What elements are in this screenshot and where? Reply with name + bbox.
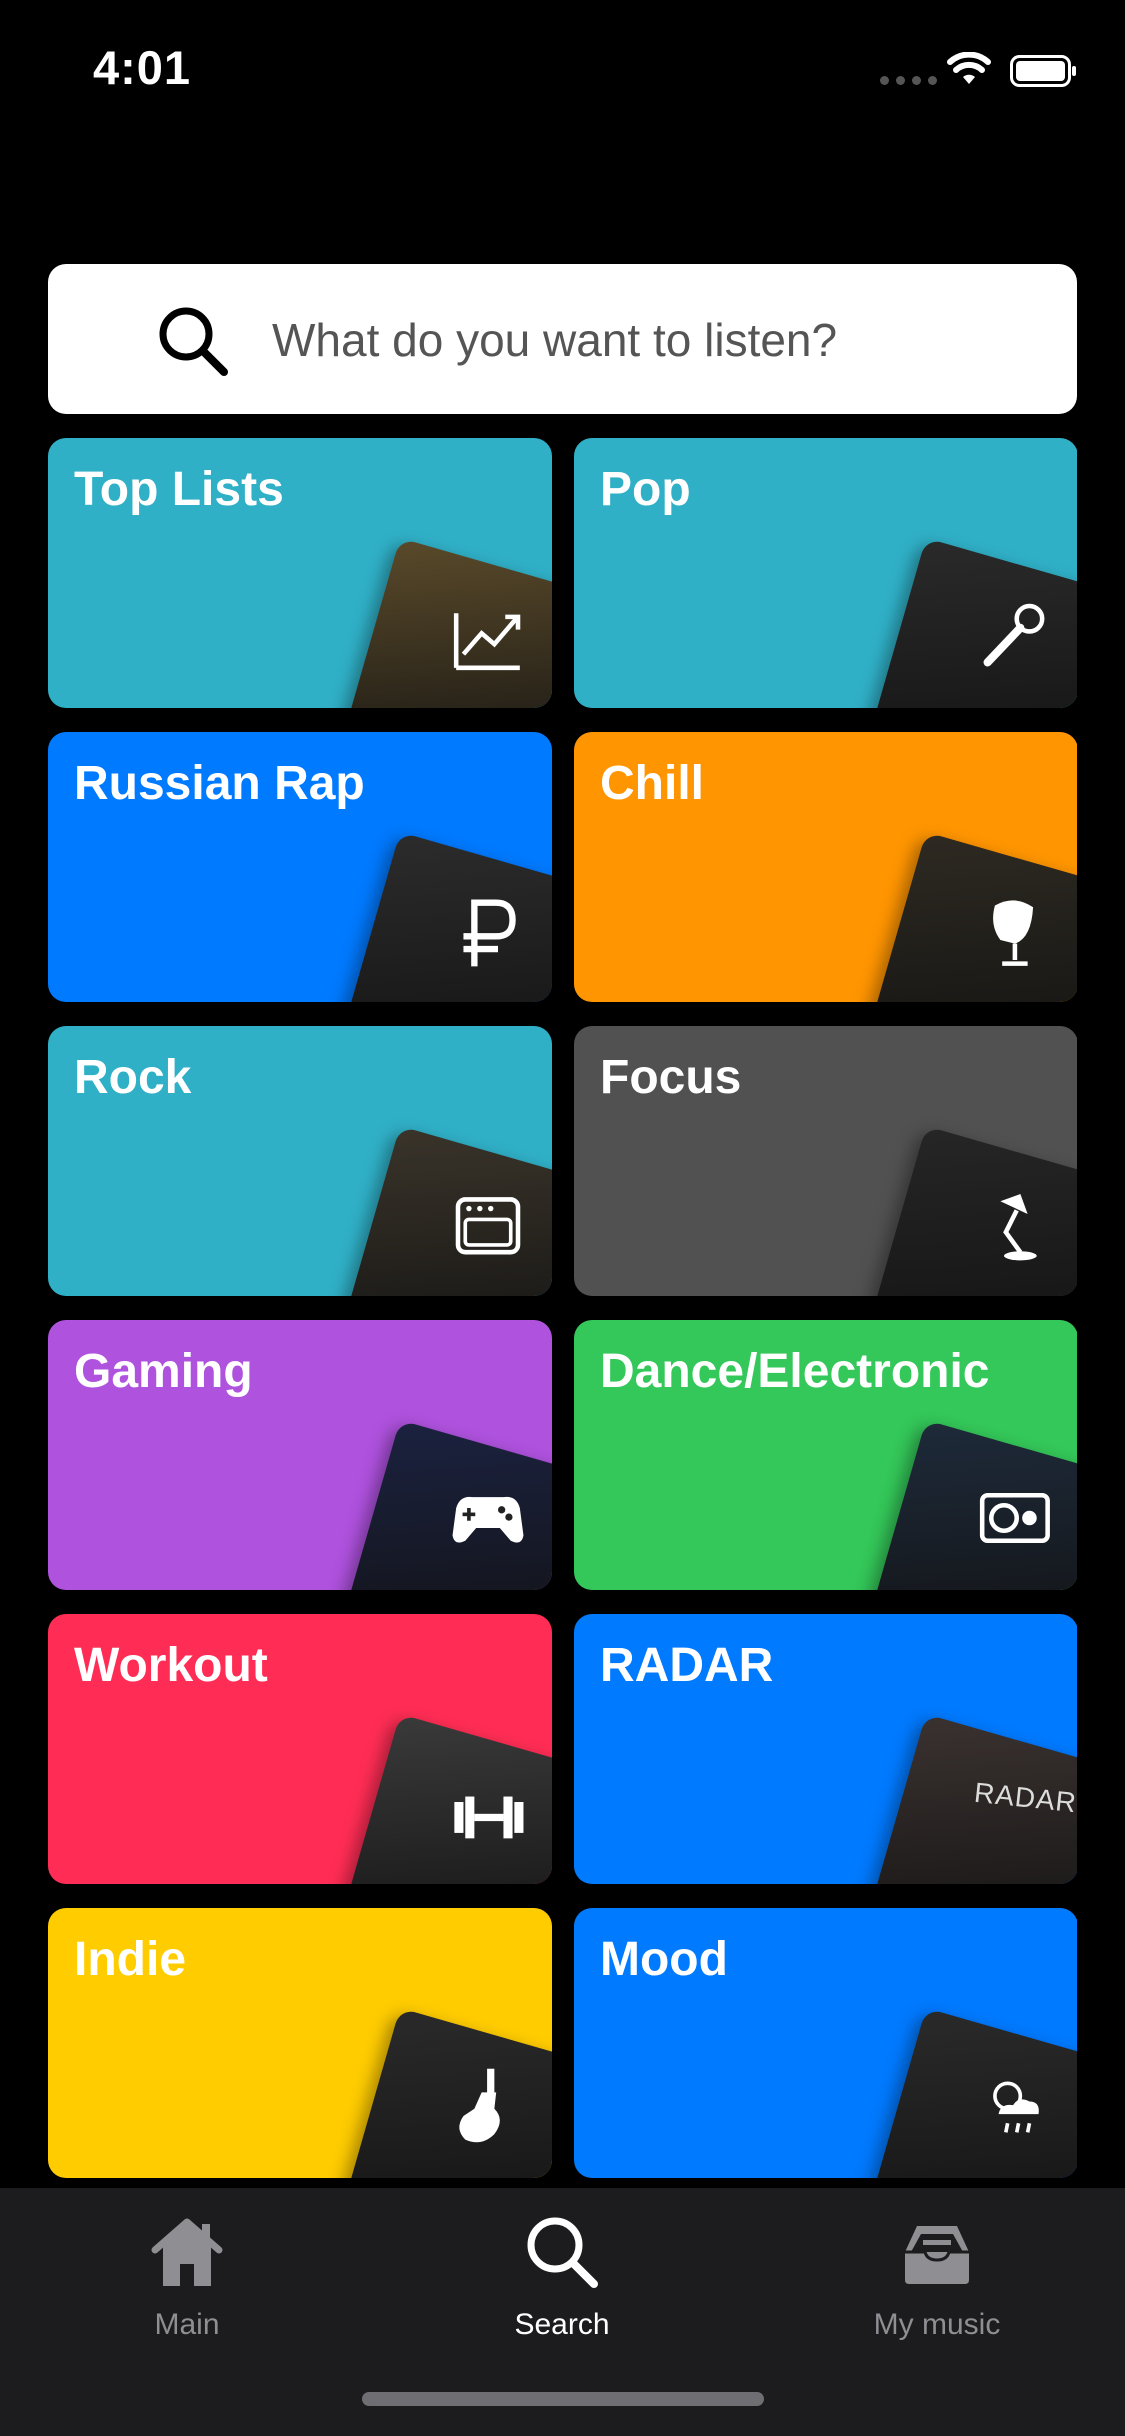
guitar-icon <box>459 2068 500 2143</box>
search-icon <box>159 307 228 376</box>
tab-my-music[interactable]: My music <box>787 2202 1087 2352</box>
status-time: 4:01 <box>93 41 192 94</box>
category-tile-mood[interactable]: Mood <box>574 1908 1077 2178</box>
category-tile-rock[interactable]: Rock <box>48 1026 552 1296</box>
category-label: Pop <box>600 463 691 516</box>
amplifier-icon <box>455 1197 521 1255</box>
category-label: Russian Rap <box>74 757 365 810</box>
category-tile-pop[interactable]: Pop <box>574 438 1077 708</box>
signal-icon <box>880 76 937 85</box>
wifi-icon <box>947 52 991 84</box>
battery-icon <box>1010 55 1076 87</box>
category-tile-top-lists[interactable]: Top Lists <box>48 438 552 708</box>
category-tile-chill[interactable]: Chill <box>574 732 1077 1002</box>
category-grid: Top Lists Pop Russian Rap Chill Rock Focus Gam… <box>48 438 1077 2188</box>
category-label: Chill <box>600 757 704 810</box>
category-label: Dance/Electronic <box>600 1345 990 1398</box>
chart-icon <box>453 613 521 671</box>
turntable-icon <box>979 1493 1050 1543</box>
tab-main[interactable]: Main <box>37 2202 337 2352</box>
egg-chair-icon <box>993 900 1034 966</box>
category-tile-indie[interactable]: Indie <box>48 1908 552 2178</box>
category-tile-radar[interactable]: RADAR RADAR <box>574 1614 1077 1884</box>
library-icon <box>905 2226 969 2284</box>
category-label: RADAR <box>600 1639 774 1692</box>
category-tile-russian-rap[interactable]: Russian Rap <box>48 732 552 1002</box>
desk-lamp-icon <box>1000 1194 1037 1261</box>
category-tile-dance-electronic[interactable]: Dance/Electronic <box>574 1320 1077 1590</box>
tab-main-label: Main <box>154 2308 220 2341</box>
category-label: Mood <box>600 1933 728 1986</box>
search-bar[interactable] <box>48 264 1077 416</box>
weather-icon <box>993 2081 1039 2133</box>
status-bar: 4:01 <box>0 0 1125 140</box>
tab-search[interactable]: Search <box>412 2202 712 2352</box>
category-label: Workout <box>74 1639 268 1692</box>
category-label: Indie <box>74 1933 187 1986</box>
category-label: Top Lists <box>74 463 284 516</box>
tab-my-music-label: My music <box>873 2308 1001 2341</box>
home-icon <box>151 2218 223 2286</box>
tab-search-label: Search <box>514 2308 610 2341</box>
category-tile-gaming[interactable]: Gaming <box>48 1320 552 1590</box>
category-label: Focus <box>600 1051 742 1104</box>
home-indicator <box>362 2392 764 2406</box>
category-tile-focus[interactable]: Focus <box>574 1026 1077 1296</box>
search-input[interactable] <box>270 264 1054 416</box>
category-tile-workout[interactable]: Workout <box>48 1614 552 1884</box>
ruble-icon <box>463 899 516 967</box>
category-label: Rock <box>74 1051 192 1104</box>
search-icon <box>527 2217 598 2288</box>
gamepad-icon <box>452 1496 524 1543</box>
microphone-icon <box>983 603 1045 667</box>
category-label: Gaming <box>74 1345 253 1398</box>
dumbbell-icon <box>454 1796 524 1839</box>
